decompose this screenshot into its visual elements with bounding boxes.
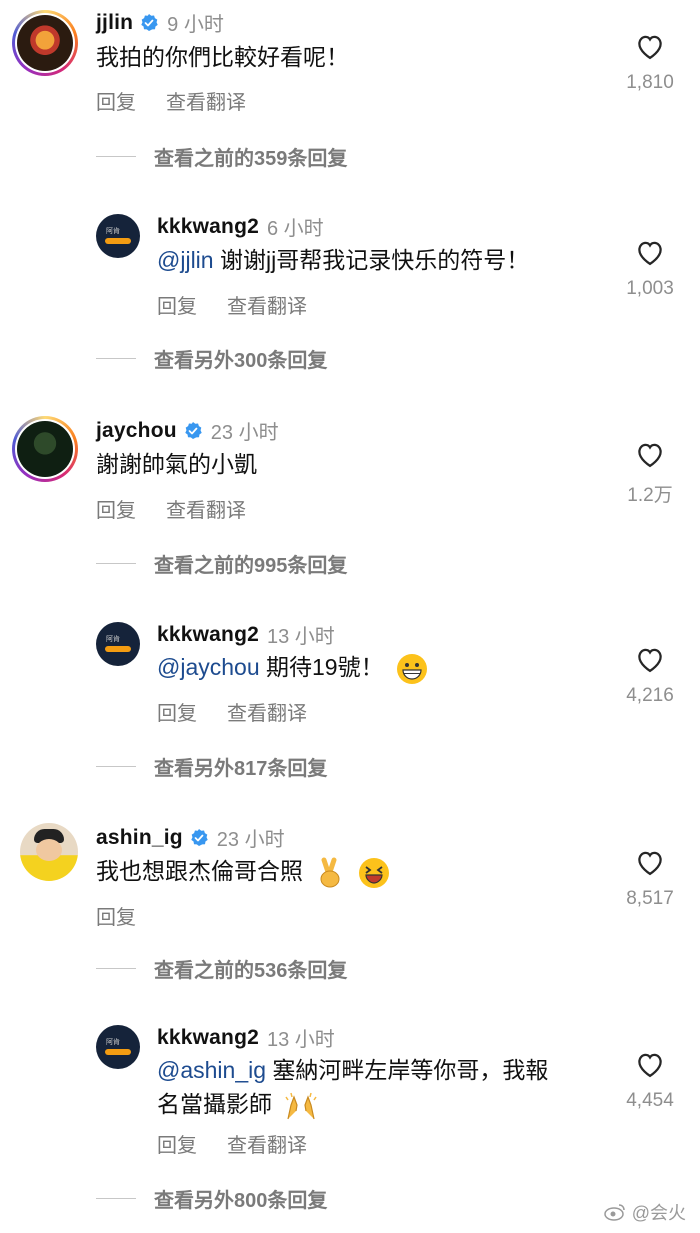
view-more-replies[interactable]: 查看之前的359条回复 <box>96 142 347 171</box>
raising-hands-emoji-icon <box>285 1092 318 1120</box>
translate-button[interactable]: 查看翻译 <box>227 290 307 319</box>
verified-icon <box>141 13 158 31</box>
view-more-replies[interactable]: 查看另外817条回复 <box>96 752 327 781</box>
like-button[interactable]: 1,003 <box>610 238 690 300</box>
comment-text: @jjlin 谢谢jj哥帮我记录快乐的符号！ <box>157 247 530 273</box>
like-button[interactable]: 4,216 <box>610 645 690 707</box>
timestamp: 23 小时 <box>210 422 279 444</box>
reply-button[interactable]: 回复 <box>96 86 136 115</box>
like-button[interactable]: 1,810 <box>610 32 690 94</box>
heart-icon <box>638 648 662 673</box>
reply-button[interactable]: 回复 <box>96 494 136 523</box>
avatar-kkkwang2[interactable]: 阿肯 <box>96 1025 140 1069</box>
comment-text: @ashin_ig 塞納河畔左岸等你哥，我報 <box>157 1057 549 1083</box>
grinning-emoji-icon <box>397 653 427 684</box>
reply-button[interactable]: 回复 <box>96 901 136 930</box>
mention-link[interactable]: @jjlin <box>157 247 214 273</box>
translate-button[interactable]: 查看翻译 <box>227 697 307 726</box>
mention-link[interactable]: @ashin_ig <box>157 1057 266 1083</box>
heart-icon <box>638 851 662 876</box>
divider-line <box>96 766 136 767</box>
username[interactable]: jjlin <box>96 11 133 35</box>
timestamp: 13 小时 <box>267 1029 335 1051</box>
reply-button[interactable]: 回复 <box>157 1129 197 1158</box>
heart-icon <box>638 241 662 266</box>
username[interactable]: kkkwang2 <box>157 215 259 239</box>
divider-line <box>96 1198 136 1199</box>
username[interactable]: kkkwang2 <box>157 623 259 647</box>
divider-line <box>96 156 136 157</box>
like-count: 8,517 <box>626 888 674 909</box>
view-more-replies[interactable]: 查看之前的536条回复 <box>96 954 347 983</box>
timestamp: 23 小时 <box>216 829 285 851</box>
laughing-emoji-icon <box>358 857 389 888</box>
heart-icon <box>638 443 662 468</box>
avatar-badge: 阿肯 <box>106 636 120 643</box>
like-count: 1.2万 <box>627 485 673 506</box>
avatar-kkkwang2[interactable]: 阿肯 <box>96 214 140 258</box>
timestamp: 6 小时 <box>267 218 324 240</box>
divider-line <box>96 968 136 969</box>
divider-line <box>96 358 136 359</box>
view-more-replies[interactable]: 查看另外800条回复 <box>96 1184 327 1213</box>
like-count: 4,216 <box>626 685 674 706</box>
comment-text: 謝謝帥氣的小凱 <box>96 451 257 477</box>
heart-icon <box>638 1053 662 1078</box>
comment-text: 我拍的你們比較好看呢！ <box>96 44 349 70</box>
like-button[interactable]: 4,454 <box>610 1050 690 1112</box>
timestamp: 13 小时 <box>267 626 335 648</box>
verified-icon <box>191 828 208 846</box>
heart-icon <box>638 35 662 60</box>
comment-text: 我也想跟杰倫哥合照 <box>96 854 390 889</box>
timestamp: 9 小时 <box>167 14 224 36</box>
translate-button[interactable]: 查看翻译 <box>166 86 246 115</box>
like-count: 1,810 <box>626 72 674 93</box>
like-count: 4,454 <box>626 1090 674 1111</box>
reply-button[interactable]: 回复 <box>157 290 197 319</box>
verified-icon <box>185 421 202 439</box>
weibo-icon <box>603 1204 625 1221</box>
avatar-badge: 阿肯 <box>106 228 120 235</box>
view-more-replies[interactable]: 查看之前的995条回复 <box>96 549 347 578</box>
avatar-jjlin[interactable] <box>12 10 78 76</box>
avatar-ashin-ig[interactable] <box>20 823 78 881</box>
username[interactable]: kkkwang2 <box>157 1026 259 1050</box>
username[interactable]: jaychou <box>96 419 177 443</box>
avatar-kkkwang2[interactable]: 阿肯 <box>96 622 140 666</box>
divider-line <box>96 563 136 564</box>
view-more-replies[interactable]: 查看另外300条回复 <box>96 344 327 373</box>
mention-link[interactable]: @jaychou <box>157 654 260 680</box>
avatar-jaychou[interactable] <box>12 416 78 482</box>
like-button[interactable]: 1.2万 <box>610 440 690 507</box>
comment-text: @jaychou 期待19號！ <box>157 650 428 685</box>
victory-hand-emoji-icon <box>320 857 340 888</box>
like-count: 1,003 <box>626 278 674 299</box>
like-button[interactable]: 8,517 <box>610 848 690 910</box>
translate-button[interactable]: 查看翻译 <box>166 494 246 523</box>
avatar-badge: 阿肯 <box>106 1039 120 1046</box>
watermark: @会火 <box>603 1199 686 1225</box>
username[interactable]: ashin_ig <box>96 826 183 850</box>
comment-text-line2: 名當攝影師 <box>157 1087 318 1121</box>
translate-button[interactable]: 查看翻译 <box>227 1129 307 1158</box>
reply-button[interactable]: 回复 <box>157 697 197 726</box>
